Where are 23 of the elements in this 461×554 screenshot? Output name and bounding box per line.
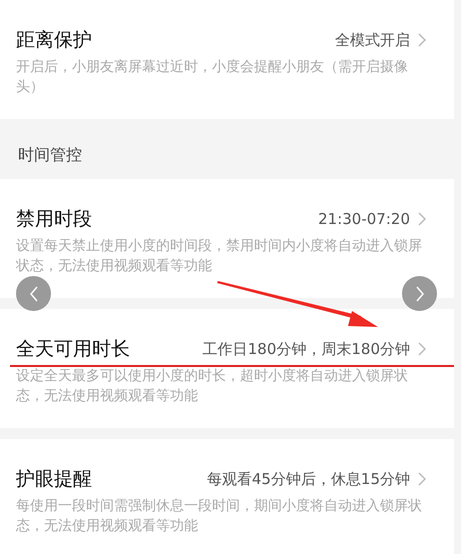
chevron-right-icon (418, 472, 426, 486)
setting-description: 每使用一段时间需强制休息一段时间，期间小度将自动进入锁屏状态，无法使用视频观看等功能 (16, 497, 423, 536)
chevron-right-icon (414, 286, 424, 302)
chevron-right-icon (418, 342, 426, 356)
setting-value: 工作日180分钟，周末180分钟 (202, 340, 410, 358)
setting-description: 设定全天最多可以使用小度的时长，超时小度将自动进入锁屏状态，无法使用视频观看等功能 (16, 367, 409, 406)
setting-card[interactable]: 全天可用时长 工作日180分钟，周末180分钟 设定全天最多可以使用小度的时长，超时小度将自动进入锁屏状态，无法使用视频观看等功能 (0, 309, 454, 428)
setting-title: 全天可用时长 (16, 337, 130, 362)
setting-title: 护眼提醒 (16, 467, 92, 492)
setting-title: 禁用时段 (16, 207, 92, 232)
setting-card[interactable]: 禁用时段 21:30-07:20 设置每天禁止使用小度的时间段，禁用时间内小度将自动进入锁屏状态，无法使用视频观看等功能 (0, 179, 454, 298)
setting-description: 开启后，小朋友离屏幕过近时，小度会提醒小朋友（需开启摄像头） (16, 58, 409, 97)
setting-card[interactable]: 距离保护 全模式开启 开启后，小朋友离屏幕过近时，小度会提醒小朋友（需开启摄像头） (0, 0, 454, 119)
setting-value: 全模式开启 (335, 30, 410, 50)
section-heading: 时间管控 (18, 145, 82, 164)
setting-value: 每观看45分钟后，休息15分钟 (206, 470, 410, 488)
chevron-right-icon (418, 212, 426, 226)
setting-value: 21:30-07:20 (318, 210, 410, 228)
setting-card[interactable]: 护眼提醒 每观看45分钟后，休息15分钟 每使用一段时间需强制休息一段时间，期间小度将自动进入锁屏状态，无法使用视频观看等功能 (0, 439, 454, 554)
setting-description: 设置每天禁止使用小度的时间段，禁用时间内小度将自动进入锁屏状态，无法使用视频观看等功能 (16, 237, 423, 276)
chevron-right-icon (418, 33, 426, 47)
setting-title: 距离保护 (16, 28, 92, 53)
chevron-left-icon (28, 286, 38, 302)
